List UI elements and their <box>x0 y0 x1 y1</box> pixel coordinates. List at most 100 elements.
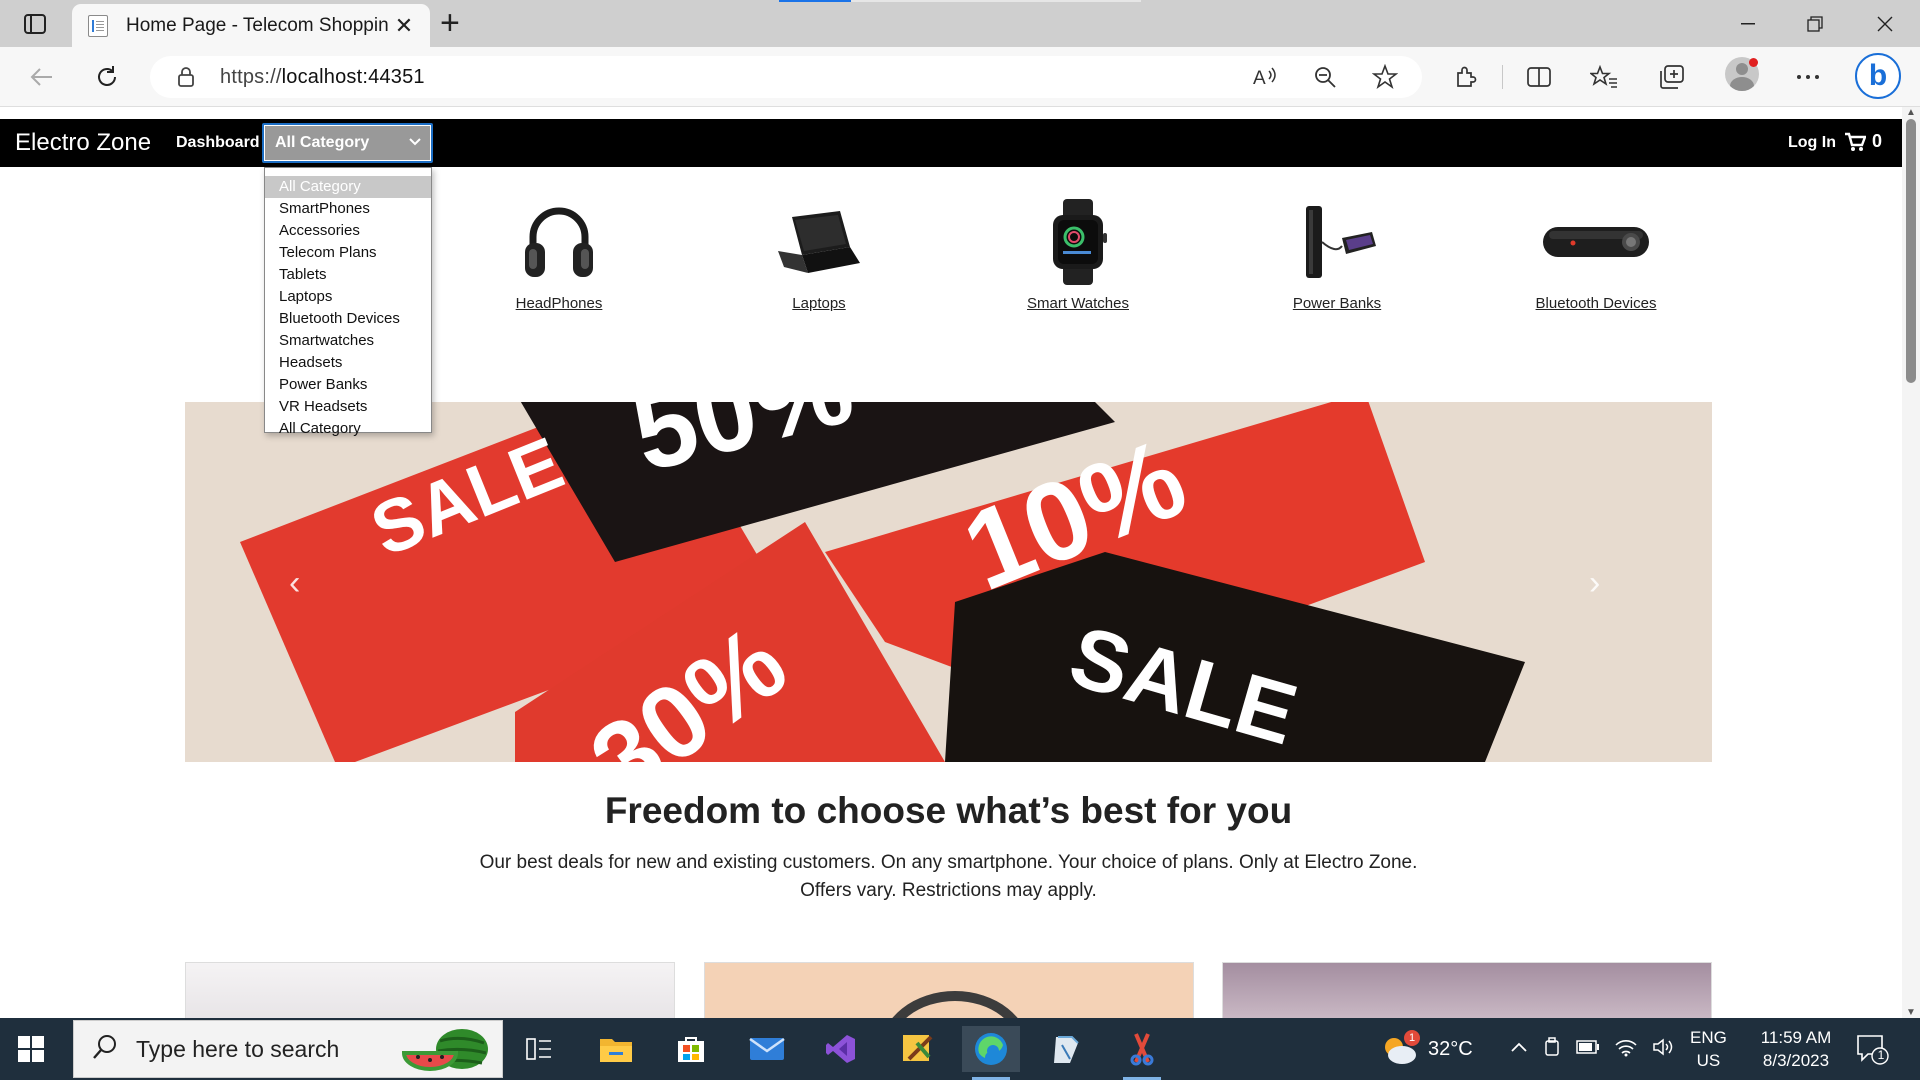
tab-actions-icon[interactable] <box>20 10 50 38</box>
dropdown-option-selected[interactable]: All Category <box>265 176 431 198</box>
promo-card[interactable] <box>704 962 1194 1018</box>
volume-icon[interactable] <box>1652 1037 1676 1062</box>
zoom-out-icon[interactable] <box>1313 65 1337 94</box>
more-options-icon[interactable] <box>1792 61 1824 93</box>
dropdown-option[interactable]: Headsets <box>265 352 431 374</box>
dropdown-option[interactable]: SmartPhones <box>265 198 431 220</box>
category-link-bluetooth-devices[interactable]: Bluetooth Devices <box>1526 197 1666 312</box>
window-minimize-icon[interactable] <box>1715 0 1781 47</box>
hero-carousel[interactable]: SALE 50% 10% 30% SALE ‹ › <box>185 402 1712 762</box>
mail-icon[interactable] <box>738 1026 796 1072</box>
login-link[interactable]: Log In <box>1788 134 1836 152</box>
weather-temperature: 32°C <box>1428 1037 1473 1060</box>
promo-card[interactable] <box>1222 962 1712 1018</box>
refresh-icon[interactable] <box>91 61 123 93</box>
carousel-next-icon[interactable]: › <box>1589 564 1600 603</box>
category-label[interactable]: HeadPhones <box>516 295 603 312</box>
smartwatch-icon <box>1030 197 1126 287</box>
chevron-down-icon <box>408 134 422 153</box>
extensions-icon[interactable] <box>1450 61 1482 93</box>
category-label[interactable]: Laptops <box>792 295 845 312</box>
scrollbar-thumb[interactable] <box>1906 119 1916 383</box>
promo-card[interactable] <box>185 962 675 1018</box>
dropdown-option[interactable]: Laptops <box>265 286 431 308</box>
snipping-tool-icon[interactable] <box>1113 1026 1171 1080</box>
category-select[interactable]: All Category <box>262 123 433 163</box>
favorite-star-icon[interactable] <box>1371 63 1399 95</box>
favorites-icon[interactable] <box>1588 61 1620 93</box>
dropdown-option[interactable]: All Category <box>265 418 431 440</box>
nav-dashboard-link[interactable]: Dashboard <box>176 134 260 152</box>
back-icon[interactable] <box>26 61 58 93</box>
browser-toolbar: https://localhost:44351 A b <box>0 47 1920 107</box>
tab-close-icon[interactable]: ✕ <box>392 13 416 39</box>
category-dropdown-list: All Category SmartPhones Accessories Tel… <box>264 167 432 437</box>
category-link-smart-watches[interactable]: Smart Watches <box>1008 197 1148 312</box>
window-restore-icon[interactable] <box>1782 0 1848 47</box>
edge-browser-icon[interactable] <box>962 1026 1020 1080</box>
windows-taskbar: Type here to search 1 32°C ENG US 11:59 … <box>0 1018 1920 1080</box>
split-screen-icon[interactable] <box>1523 61 1555 93</box>
bing-copilot-icon[interactable]: b <box>1855 53 1901 99</box>
wifi-icon[interactable] <box>1614 1037 1638 1062</box>
category-link-laptops[interactable]: Laptops <box>749 197 889 312</box>
visual-studio-icon[interactable] <box>812 1026 870 1072</box>
watermelon-icon <box>400 1027 490 1078</box>
input-language-indicator[interactable]: ENG US <box>1690 1026 1727 1072</box>
system-tray-icons <box>1510 1018 1676 1080</box>
collections-icon[interactable] <box>1656 61 1688 93</box>
windows-start-icon[interactable] <box>18 1036 44 1067</box>
taskbar-clock[interactable]: 11:59 AM 8/3/2023 <box>1746 1026 1846 1072</box>
show-hidden-icons-chevron-icon[interactable] <box>1510 1040 1528 1058</box>
dropdown-option[interactable]: VR Headsets <box>265 396 431 418</box>
sticky-tools-icon[interactable] <box>889 1026 947 1072</box>
dropdown-option[interactable]: Telecom Plans <box>265 242 431 264</box>
headphones-icon <box>511 197 607 287</box>
promo-headline: Freedom to choose what’s best for you <box>604 790 1293 831</box>
category-link-headphones[interactable]: HeadPhones <box>489 197 629 312</box>
battery-icon[interactable] <box>1576 1039 1600 1059</box>
power-bank-icon <box>1289 197 1385 287</box>
weather-widget[interactable]: 1 32°C <box>1380 1018 1473 1080</box>
scroll-up-icon[interactable]: ▲ <box>1906 107 1916 118</box>
meet-now-icon[interactable] <box>1544 1036 1562 1062</box>
notification-count: 1 <box>1877 1048 1885 1062</box>
category-label[interactable]: Power Banks <box>1293 295 1381 312</box>
svg-text:A: A <box>1253 68 1266 89</box>
window-close-icon[interactable] <box>1852 0 1918 47</box>
notification-center-icon[interactable]: 1 <box>1856 1034 1892 1071</box>
cart-icon <box>1845 132 1866 151</box>
taskbar-search-box[interactable]: Type here to search <box>73 1020 503 1078</box>
browser-tab-active[interactable]: Home Page - Telecom Shopping ✕ <box>72 4 430 47</box>
new-tab-icon[interactable]: + <box>440 6 460 40</box>
lock-icon[interactable] <box>176 65 196 89</box>
dropdown-option[interactable]: Power Banks <box>265 374 431 396</box>
microsoft-store-icon[interactable] <box>662 1026 720 1072</box>
category-link-power-banks[interactable]: Power Banks <box>1267 197 1407 312</box>
site-brand[interactable]: Electro Zone <box>15 129 151 157</box>
cart-button[interactable]: 0 <box>1844 131 1882 152</box>
category-label[interactable]: Bluetooth Devices <box>1536 295 1657 312</box>
url-text[interactable]: https://localhost:44351 <box>220 66 425 89</box>
dropdown-option[interactable]: Smartwatches <box>265 330 431 352</box>
dropdown-option[interactable]: Accessories <box>265 220 431 242</box>
category-label[interactable]: Smart Watches <box>1027 295 1129 312</box>
read-aloud-icon[interactable]: A <box>1252 65 1280 94</box>
promo-line-1: Our best deals for new and existing cust… <box>479 852 1418 873</box>
sale-banner-image: SALE 50% 10% 30% SALE <box>185 402 1712 762</box>
dropdown-option[interactable]: Tablets <box>265 264 431 286</box>
tab-loading-indicator <box>779 0 1141 2</box>
search-icon <box>92 1034 118 1065</box>
file-explorer-icon[interactable] <box>587 1026 645 1072</box>
page-scrollbar[interactable]: ▲ ▼ <box>1902 107 1920 1018</box>
carousel-prev-icon[interactable]: ‹ <box>289 564 300 603</box>
tab-title: Home Page - Telecom Shopping <box>126 14 388 36</box>
promo-line-2: Offers vary. Restrictions may apply. <box>800 880 1097 901</box>
page-viewport: Electro Zone Dashboard All Category Log … <box>0 107 1902 1018</box>
task-view-icon[interactable] <box>510 1026 568 1072</box>
scroll-down-icon[interactable]: ▼ <box>1906 1007 1916 1018</box>
page-favicon-icon <box>88 14 108 37</box>
notepad-icon[interactable] <box>1037 1026 1095 1072</box>
address-bar[interactable]: https://localhost:44351 A <box>150 56 1422 98</box>
dropdown-option[interactable]: Bluetooth Devices <box>265 308 431 330</box>
